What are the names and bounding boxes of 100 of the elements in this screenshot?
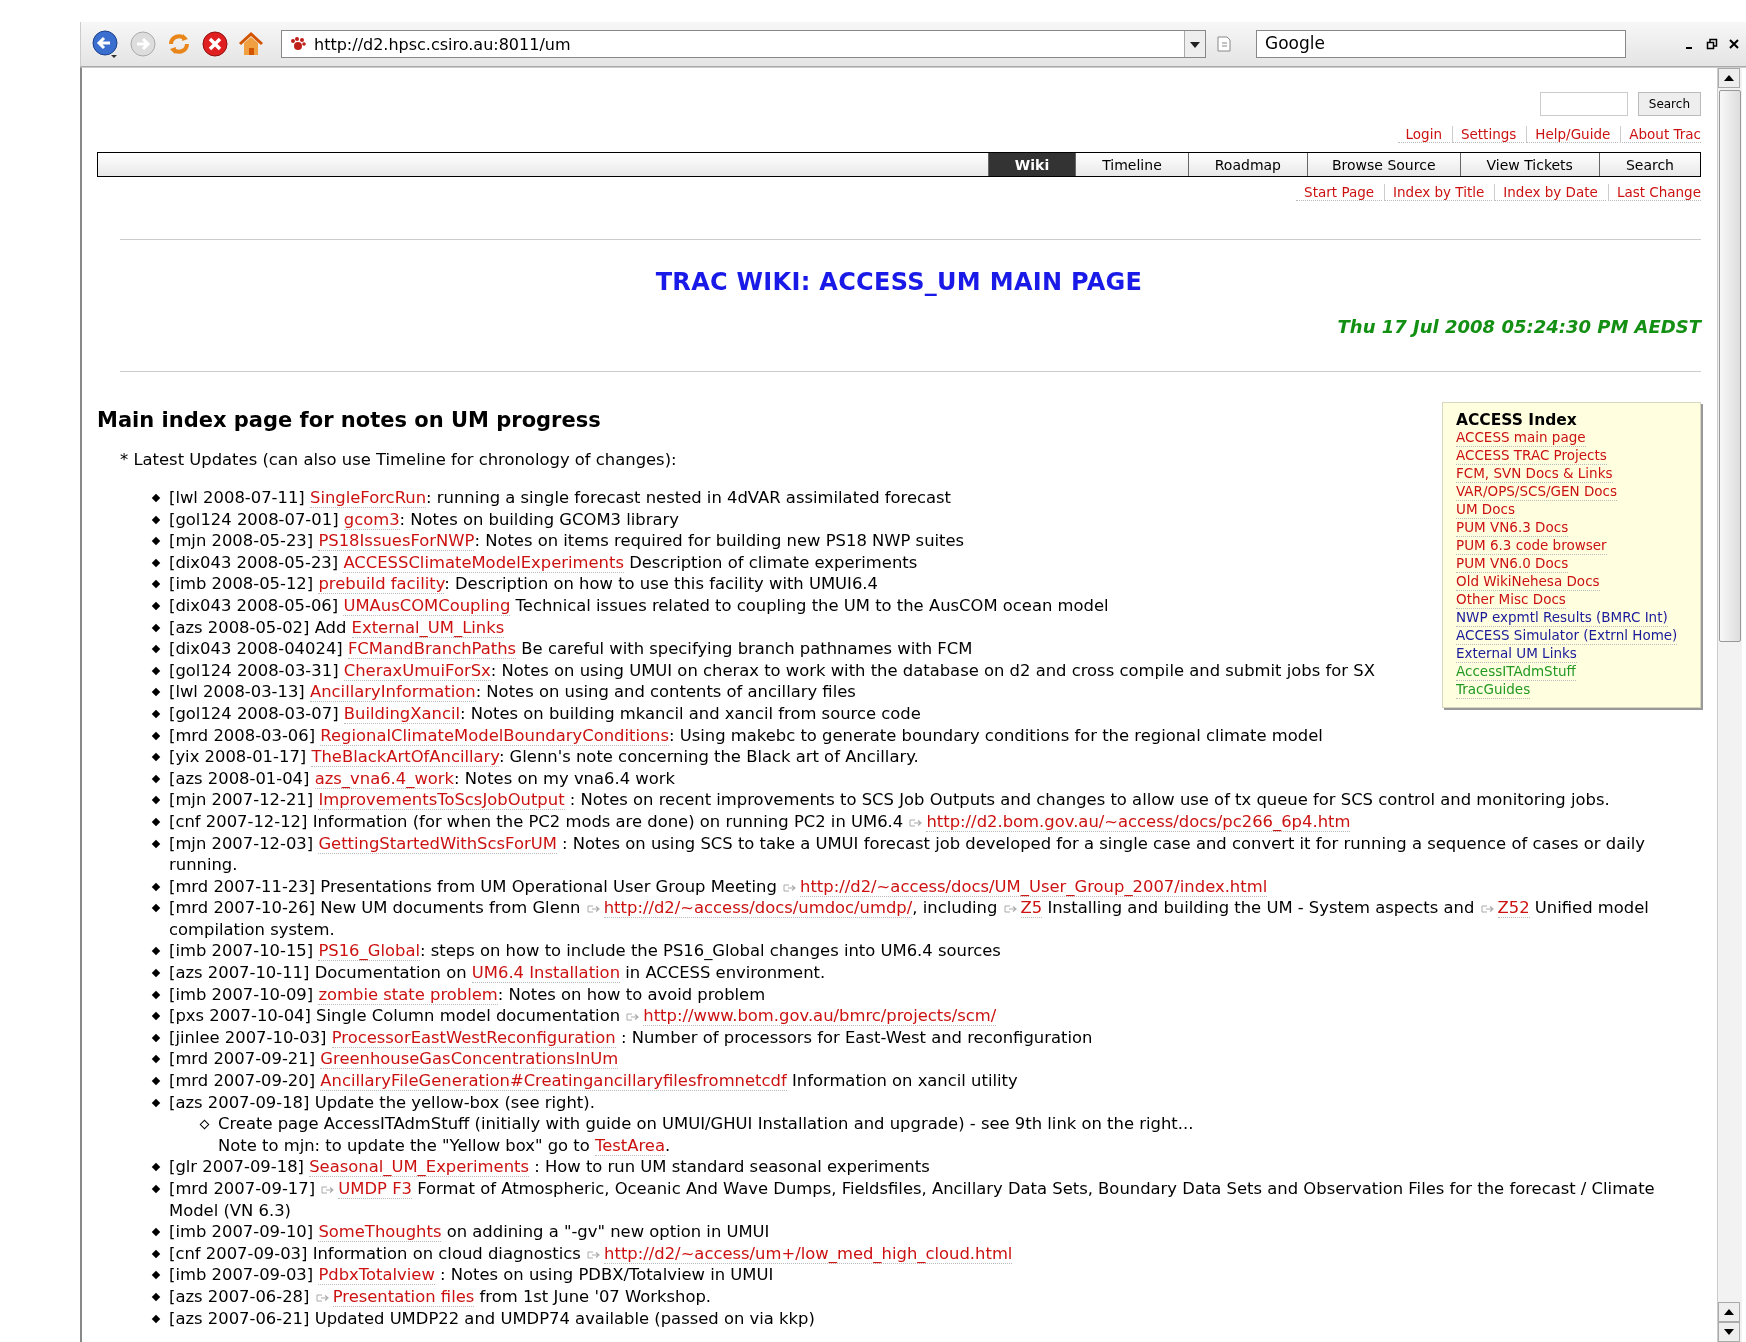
restore-icon[interactable] [1706,38,1718,50]
external-link-icon [909,817,924,828]
meta-nav-link[interactable]: Help/Guide [1526,126,1619,143]
nav-tab[interactable]: Timeline [1075,153,1188,176]
wiki-link[interactable]: prebuild facility [318,574,445,595]
external-link-icon [783,882,798,893]
update-text: [mrd 2007-09-20] AncillaryFileGeneration#Creatingancillaryfilesfromnetcdf Information on xancil utility [169,1070,1019,1092]
external-link[interactable]: http://d2/~access/docs/UM_User_Group_2007/index.html [800,876,1268,897]
update-text: [azs 2007-09-18] Update the yellow-box (see right). [169,1091,596,1114]
scrollbar[interactable] [1717,68,1742,1342]
search-field[interactable] [1539,92,1628,116]
context-nav-link[interactable]: Index by Date [1494,184,1606,201]
url-field[interactable]: http://d2.hpsc.csiro.au:8011/um [281,30,1206,58]
index-link[interactable]: FCM, SVN Docs & Links [1456,465,1613,484]
section-heading: Main index page for notes on UM progress [97,407,602,434]
external-link[interactable]: Presentation files [332,1286,475,1307]
wiki-link[interactable]: CheraxUmuiForSx [343,660,491,681]
wiki-link[interactable]: Seasonal_UM_Experiments [309,1157,530,1178]
nav-tab[interactable]: Search [1598,153,1700,176]
wiki-link[interactable]: UMAusCOMCoupling [343,595,511,616]
meta-nav-link[interactable]: Login [1397,126,1450,143]
wiki-link[interactable]: SingleForcRun [310,488,427,508]
external-link[interactable]: http://d2/~access/docs/umdoc/umdp/ [603,898,913,919]
meta-nav-link[interactable]: Settings [1451,126,1525,143]
index-link[interactable]: PUM VN6.0 Docs [1456,555,1569,574]
wiki-link[interactable]: PS16_Global [318,941,421,962]
bullet-icon [151,990,161,999]
bullet-icon [151,623,161,632]
wiki-link[interactable]: TestArea [594,1135,665,1156]
wiki-link[interactable]: gcom3 [343,509,400,530]
bullet-icon [151,1033,161,1043]
index-link[interactable]: ACCESS TRAC Projects [1456,447,1607,466]
meta-nav-link[interactable]: About Trac [1620,126,1701,143]
wiki-link[interactable]: PdbxTotalview [318,1265,435,1286]
index-link[interactable]: PUM 6.3 code browser [1456,537,1607,556]
wiki-link[interactable]: ProcessorEastWestReconfiguration [331,1027,616,1048]
update-text: Create page AccessITAdmStuff (initially with guide on UMUI/GHUI Installation and upgrade) - see 9th link on the right... [218,1113,1194,1135]
bullet-icon [199,1119,210,1130]
wiki-link[interactable]: GreenhouseGasConcentrationsInUm [320,1049,619,1070]
index-link[interactable]: ACCESS Simulator (Extrnl Home) [1456,627,1678,646]
nav-tab[interactable]: Roadmap [1187,153,1307,176]
scroll-up-icon[interactable] [1718,68,1740,88]
bullet-icon [151,666,161,675]
index-link[interactable]: ACCESS main page [1456,429,1586,448]
scroll-up-icon[interactable] [1718,1302,1740,1322]
external-link[interactable]: Z5 [1020,898,1043,919]
nav-tab[interactable]: View Tickets [1459,153,1599,176]
bullet-icon [151,1055,161,1064]
wiki-link[interactable]: RegionalClimateModelBoundaryConditions [320,725,669,746]
search-button[interactable]: Search [1637,92,1701,116]
nav-tab[interactable]: Browse Source [1307,153,1460,176]
external-link[interactable]: UMDP F3 [338,1179,412,1199]
index-link[interactable]: PUM VN6.3 Docs [1456,519,1569,538]
wiki-link[interactable]: azs_vna6.4_work [314,768,455,789]
index-link[interactable]: External UM Links [1456,645,1577,664]
update-text: [yix 2008-01-17] TheBlackArtOfAncillary: Glenn's note concerning the Black art of Ancillary. [169,746,920,768]
bullet-icon [151,644,161,654]
wiki-link[interactable]: External_UM_Links [351,617,505,638]
wiki-link[interactable]: SomeThoughts [318,1222,442,1243]
bullet-icon [151,882,161,891]
wiki-link[interactable]: zombie state problem [318,984,498,1005]
context-nav-link[interactable]: Last Change [1607,184,1701,201]
bullet-icon [151,774,161,783]
wiki-link[interactable]: AncillaryInformation [310,682,476,703]
back-icon[interactable] [91,29,121,59]
wiki-link[interactable]: FCMandBranchPaths [347,639,517,660]
close-icon[interactable] [1728,38,1740,50]
bullet-icon [151,1184,161,1194]
context-nav-link[interactable]: Start Page [1296,184,1383,201]
wiki-link[interactable]: ImprovementsToScsJobOutput [318,790,565,811]
external-link[interactable]: http://d2.bom.gov.au/~access/docs/pc266_6p4.htm [926,811,1351,832]
index-link[interactable]: AccessITAdmStuff [1456,663,1576,682]
home-icon[interactable] [237,30,265,58]
external-link[interactable]: http://d2/~access/um+/low_med_high_cloud.html [604,1243,1013,1264]
index-link[interactable]: UM Docs [1456,501,1515,520]
wiki-link[interactable]: AncillaryFileGeneration#Creatingancillaryfilesfromnetcdf [320,1071,787,1092]
index-link[interactable]: VAR/OPS/SCS/GEN Docs [1456,483,1618,502]
index-link[interactable]: Old WikiNehesa Docs [1456,573,1600,592]
stop-icon[interactable] [201,30,229,58]
external-link[interactable]: http://www.bom.gov.au/bmrc/projects/scm/ [643,1006,997,1027]
nav-tab[interactable]: Wiki [987,153,1076,176]
wiki-link[interactable]: GettingStartedWithScsForUM [318,833,557,854]
index-link[interactable]: TracGuides [1456,681,1531,700]
scrollbar-thumb[interactable] [1719,90,1741,642]
index-link[interactable]: NWP expmtl Results (BMRC Int) [1456,609,1668,628]
wiki-link[interactable]: TheBlackArtOfAncillary [311,747,499,768]
external-link[interactable]: Z52 [1497,898,1530,919]
wiki-link[interactable]: UM6.4 Installation [471,963,621,984]
index-link[interactable]: Other Misc Docs [1456,591,1566,610]
search-engine-field[interactable]: Google [1256,30,1626,58]
context-nav-link[interactable]: Index by Title [1384,184,1493,201]
wiki-link[interactable]: PS18IssuesForNWP [318,531,475,552]
update-text: [jinlee 2007-10-03] ProcessorEastWestReconfiguration : Number of processors for East-West and reconfiguration [169,1026,1094,1049]
bullet-icon [151,796,161,805]
update-text: [lwl 2008-03-13] AncillaryInformation: Notes on using and contents of ancillary files [169,681,857,703]
bullet-icon [151,1314,161,1323]
wiki-link[interactable]: BuildingXancil [343,703,461,724]
scroll-down-icon[interactable] [1718,1322,1740,1342]
wiki-link[interactable]: ACCESSClimateModelExperiments [343,552,624,573]
url-text: http://d2.hpsc.csiro.au:8011/um [314,34,572,54]
